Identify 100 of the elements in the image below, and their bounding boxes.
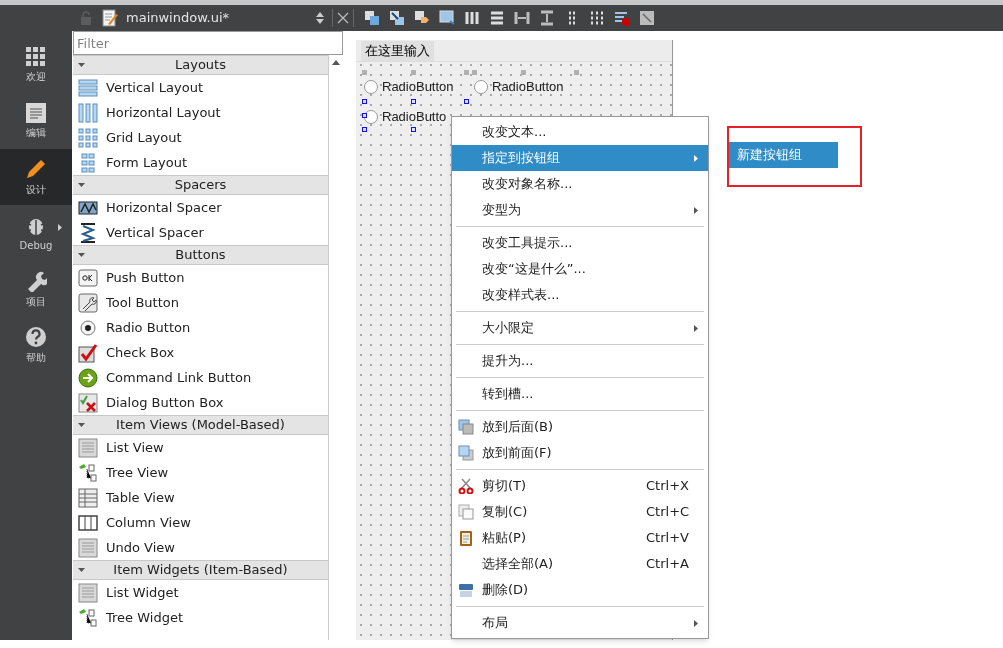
selection-handle[interactable] (362, 70, 367, 75)
radio-widget-icon (78, 317, 98, 338)
category-header[interactable]: Layouts (73, 55, 328, 75)
selection-handle[interactable] (411, 127, 416, 132)
selection-handle[interactable] (362, 99, 367, 104)
collapse-arrow-icon (78, 62, 85, 69)
collapse-arrow-icon (78, 422, 85, 429)
filter-field[interactable]: Filter (73, 31, 343, 55)
file-name[interactable]: mainwindow.ui* (126, 8, 316, 28)
mode-button[interactable]: 项目 (0, 261, 72, 317)
menu-item[interactable]: 改变文本... (452, 119, 708, 145)
spinner-icon[interactable] (316, 12, 324, 24)
selection-handle[interactable] (464, 70, 469, 75)
category-header[interactable]: Spacers (73, 175, 328, 195)
selection-handle[interactable] (464, 99, 469, 104)
selection-handle[interactable] (521, 70, 526, 75)
widget-item[interactable]: Radio Button (73, 315, 328, 340)
widget-item[interactable]: List View (73, 435, 328, 460)
mode-button[interactable]: 帮助 (0, 317, 72, 373)
columns-icon[interactable] (464, 10, 480, 26)
selection-handle[interactable] (362, 127, 367, 132)
widget-item[interactable]: Check Box (73, 340, 328, 365)
radio-button[interactable]: RadioButton (474, 77, 564, 97)
widget-item[interactable]: Tool Button (73, 290, 328, 315)
menu-item[interactable]: 复制(C) Ctrl+C (452, 499, 708, 525)
menu-item[interactable]: 放到前面(F) (452, 440, 708, 466)
mode-button[interactable]: 设计 (0, 149, 72, 205)
widget-item[interactable]: Undo View (73, 535, 328, 560)
widget-item[interactable]: List Widget (73, 580, 328, 605)
selection-handle[interactable] (362, 113, 367, 118)
help-icon (25, 326, 47, 348)
menu-item[interactable]: 转到槽... (452, 381, 708, 407)
send-back-icon (458, 419, 474, 435)
widget-item[interactable]: Tree Widget (73, 605, 328, 630)
menu-item[interactable]: 大小限定 (452, 315, 708, 341)
shortcut-text: Ctrl+V (646, 529, 690, 548)
file-edit-icon (102, 9, 118, 27)
pencil-icon (25, 158, 47, 180)
radio-button[interactable]: RadioButton (364, 77, 454, 97)
widget-item[interactable]: Push Button (73, 265, 328, 290)
horizontal-splitter-icon[interactable] (514, 10, 530, 26)
break-layout-icon[interactable] (614, 10, 630, 26)
command-widget-icon (78, 367, 98, 388)
document-icon (26, 103, 46, 123)
scroll-up-icon[interactable] (332, 60, 340, 65)
menu-item[interactable]: 指定到按钮组 (452, 145, 708, 171)
widget-item[interactable]: Vertical Spacer (73, 220, 328, 245)
menu-item[interactable]: 改变“这是什么”... (452, 256, 708, 282)
shortcut-text: Ctrl+C (646, 503, 691, 522)
widget-item[interactable]: Command Link Button (73, 365, 328, 390)
grid-icon (26, 47, 46, 67)
selection-handle[interactable] (472, 70, 477, 75)
widget-item[interactable]: Vertical Layout (73, 75, 328, 100)
selection-handle[interactable] (411, 99, 416, 104)
menu-item[interactable]: 粘贴(P) Ctrl+V (452, 525, 708, 551)
menu-item[interactable]: 新建按钮组 (727, 142, 838, 168)
mode-button[interactable]: 编辑 (0, 93, 72, 149)
tree-widget-icon (78, 607, 98, 628)
hlayout-widget-icon (78, 102, 98, 123)
mode-button[interactable]: Debug (0, 205, 72, 261)
tag-icon[interactable] (414, 10, 430, 26)
vertical-splitter-icon[interactable] (539, 10, 555, 26)
close-icon[interactable] (337, 12, 349, 24)
selection-handle[interactable] (574, 70, 579, 75)
push-widget-icon (78, 267, 98, 288)
collapse-arrow-icon (78, 182, 85, 189)
category-header[interactable]: Item Views (Model-Based) (73, 415, 328, 435)
widget-item[interactable]: Tree View (73, 460, 328, 485)
menu-item[interactable]: 变型为 (452, 197, 708, 223)
list-widget-icon (78, 437, 98, 458)
widget-item[interactable]: Form Layout (73, 150, 328, 175)
menu-item[interactable]: 改变工具提示... (452, 230, 708, 256)
list-widget-icon (78, 582, 98, 603)
category-header[interactable]: Buttons (73, 245, 328, 265)
menu-item[interactable]: 改变对象名称... (452, 171, 708, 197)
menu-item[interactable]: 提升为... (452, 348, 708, 374)
mode-button[interactable]: 欢迎 (0, 37, 72, 93)
menu-placeholder[interactable]: 在这里输入 (361, 40, 434, 61)
widget-item[interactable]: Horizontal Layout (73, 100, 328, 125)
category-header[interactable]: Item Widgets (Item-Based) (73, 560, 328, 580)
widget-item[interactable]: Horizontal Spacer (73, 195, 328, 220)
selection-handle[interactable] (411, 70, 416, 75)
menu-item[interactable]: 剪切(T) Ctrl+X (452, 473, 708, 499)
widget-item[interactable]: Column View (73, 510, 328, 535)
grid-icon[interactable] (589, 10, 605, 26)
tree-widget-icon (78, 462, 98, 483)
menu-item[interactable]: 选择全部(A) Ctrl+A (452, 551, 708, 577)
menu-item[interactable]: 删除(D) (452, 577, 708, 603)
menu-item[interactable]: 改变样式表... (452, 282, 708, 308)
dialog-widget-icon (78, 392, 98, 413)
rows-icon[interactable] (489, 10, 505, 26)
vspacer-widget-icon (78, 222, 98, 243)
resize-icon[interactable] (639, 10, 655, 26)
widget-item[interactable]: Table View (73, 485, 328, 510)
table-widget-icon (78, 487, 98, 508)
copy-icon (458, 504, 474, 520)
menu-item[interactable]: 放到后面(B) (452, 414, 708, 440)
menu-item[interactable]: 布局 (452, 610, 708, 636)
widget-item[interactable]: Dialog Button Box (73, 390, 328, 415)
widget-item[interactable]: Grid Layout (73, 125, 328, 150)
